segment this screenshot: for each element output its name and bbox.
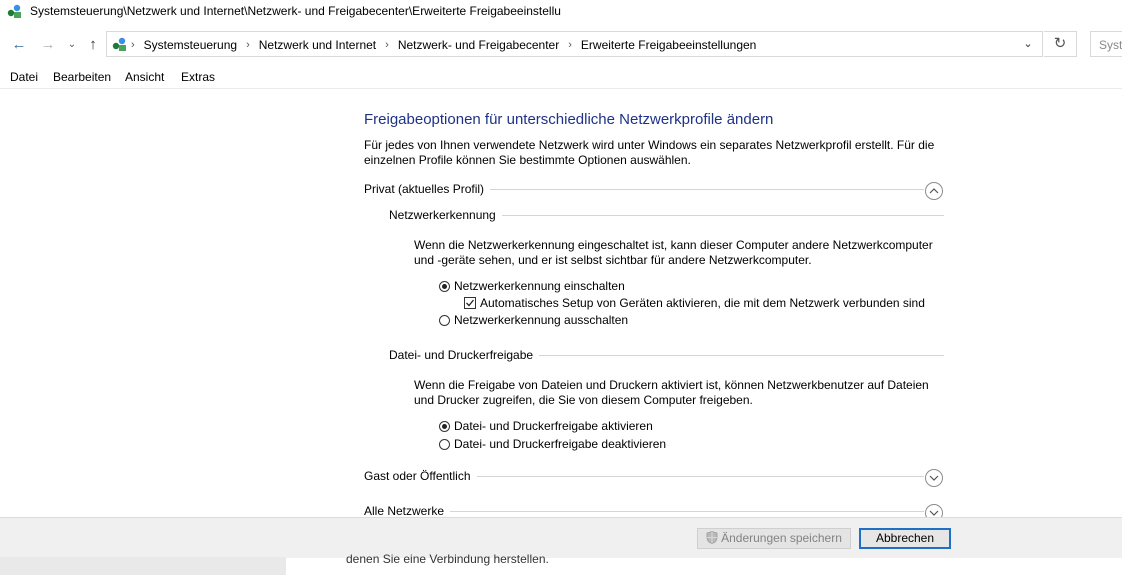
sharing-off-label[interactable]: Datei- und Druckerfreigabe deaktivieren <box>454 437 666 451</box>
network-discovery-description: Wenn die Netzwerkerkennung eingeschaltet… <box>414 238 933 268</box>
menu-edit[interactable]: Bearbeiten <box>53 70 111 84</box>
chevron-down-icon: ⌄ <box>67 39 77 50</box>
discovery-on-radio[interactable]: Netzwerkerkennung einschalten <box>439 279 625 293</box>
description-line: Wenn die Netzwerkerkennung eingeschaltet… <box>414 238 933 252</box>
button-bar: Änderungen speichern Abbrechen <box>0 517 1122 558</box>
forward-arrow-icon: → <box>40 36 56 53</box>
file-sharing-title: Datei- und Druckerfreigabe <box>389 348 540 362</box>
sharing-off-radio[interactable]: Datei- und Druckerfreigabe deaktivieren <box>439 437 666 451</box>
collapse-private-button[interactable] <box>925 182 943 200</box>
address-dropdown-button[interactable]: ⌄ <box>1020 36 1036 52</box>
menu-extras[interactable]: Extras <box>181 70 215 84</box>
background-panel <box>0 557 286 575</box>
menu-view[interactable]: Ansicht <box>125 70 164 84</box>
description-line: und -geräte sehen, und er ist selbst sic… <box>414 253 812 267</box>
radio-button[interactable] <box>439 438 450 450</box>
discovery-on-label[interactable]: Netzwerkerkennung einschalten <box>454 279 625 293</box>
up-arrow-icon: ↑ <box>89 36 97 53</box>
save-changes-label: Änderungen speichern <box>721 531 842 545</box>
auto-setup-label[interactable]: Automatisches Setup von Geräten aktivier… <box>480 296 925 310</box>
recent-locations-button[interactable]: ⌄ <box>63 36 81 54</box>
search-input[interactable]: Syste <box>1090 31 1122 57</box>
breadcrumb-erweiterte-freigabe[interactable]: Erweiterte Freigabeeinstellungen <box>581 38 756 52</box>
private-profile-label: Privat (aktuelles Profil) <box>364 182 491 196</box>
intro-line: Für jedes von Ihnen verwendete Netzwerk … <box>364 138 935 152</box>
up-button[interactable]: ↑ <box>84 36 102 54</box>
chevron-down-icon <box>929 510 939 516</box>
address-bar[interactable]: › Systemsteuerung › Netzwerk und Interne… <box>106 31 1043 57</box>
breadcrumb-freigabecenter[interactable]: Netzwerk- und Freigabecenter <box>398 38 559 52</box>
breadcrumb-netzwerk-internet[interactable]: Netzwerk und Internet <box>259 38 376 52</box>
breadcrumb-chevron-icon: › <box>131 39 135 51</box>
checkbox-checked[interactable] <box>464 297 476 309</box>
refresh-icon: ↻ <box>1053 35 1067 52</box>
intro-text: Für jedes von Ihnen verwendete Netzwerk … <box>364 138 934 168</box>
refresh-button[interactable]: ↻ <box>1044 31 1077 57</box>
breadcrumb-systemsteuerung[interactable]: Systemsteuerung <box>144 38 237 52</box>
forward-button[interactable]: → <box>39 36 57 54</box>
breadcrumb-chevron-icon[interactable]: › <box>246 39 250 51</box>
description-line: Wenn die Freigabe von Dateien und Drucke… <box>414 378 929 392</box>
title-bar: Systemsteuerung\Netzwerk und Internet\Ne… <box>0 0 1122 24</box>
breadcrumb-chevron-icon[interactable]: › <box>568 39 572 51</box>
breadcrumb: › Systemsteuerung › Netzwerk und Interne… <box>131 38 756 52</box>
breadcrumb-chevron-icon[interactable]: › <box>385 39 389 51</box>
page-title: Freigabeoptionen für unterschiedliche Ne… <box>364 111 774 128</box>
uac-shield-icon <box>706 531 718 544</box>
chevron-up-icon <box>929 188 939 194</box>
all-networks-label: Alle Netzwerke <box>364 504 451 518</box>
sharing-on-radio[interactable]: Datei- und Druckerfreigabe aktivieren <box>439 419 653 433</box>
guest-profile-label: Gast oder Öffentlich <box>364 469 477 483</box>
radio-button[interactable] <box>439 314 450 326</box>
chevron-down-icon: ⌄ <box>1023 38 1033 50</box>
expand-guest-button[interactable] <box>925 469 943 487</box>
discovery-off-radio[interactable]: Netzwerkerkennung ausschalten <box>439 313 628 327</box>
file-sharing-description: Wenn die Freigabe von Dateien und Drucke… <box>414 378 929 408</box>
private-profile-header[interactable]: Privat (aktuelles Profil) <box>364 182 944 202</box>
checkmark-icon <box>466 299 475 307</box>
network-discovery-title: Netzwerkerkennung <box>389 208 502 222</box>
auto-setup-checkbox[interactable]: Automatisches Setup von Geräten aktivier… <box>464 296 925 310</box>
sharing-on-label[interactable]: Datei- und Druckerfreigabe aktivieren <box>454 419 653 433</box>
control-panel-icon <box>7 4 21 18</box>
guest-profile-header[interactable]: Gast oder Öffentlich <box>364 469 944 489</box>
discovery-off-label[interactable]: Netzwerkerkennung ausschalten <box>454 313 628 327</box>
back-arrow-icon: ← <box>11 36 27 53</box>
menu-bar: Datei Bearbeiten Ansicht Extras <box>0 66 1122 89</box>
control-panel-icon <box>112 37 126 51</box>
description-line: und Drucker zugreifen, die Sie von diese… <box>414 393 753 407</box>
radio-button-checked[interactable] <box>439 420 450 432</box>
radio-button-checked[interactable] <box>439 280 450 292</box>
back-button[interactable]: ← <box>10 36 28 54</box>
search-placeholder: Syste <box>1099 38 1122 52</box>
cancel-label: Abbrechen <box>875 531 935 545</box>
save-changes-button[interactable]: Änderungen speichern <box>697 528 851 549</box>
file-sharing-header: Datei- und Druckerfreigabe <box>389 348 944 368</box>
chevron-down-icon <box>929 475 939 481</box>
cancel-button[interactable]: Abbrechen <box>859 528 951 549</box>
network-discovery-header: Netzwerkerkennung <box>389 208 944 228</box>
background-window-text: denen Sie eine Verbindung herstellen. <box>346 552 549 566</box>
intro-line: einzelnen Profile können Sie bestimmte O… <box>364 153 691 167</box>
window-title: Systemsteuerung\Netzwerk und Internet\Ne… <box>30 4 561 18</box>
menu-file[interactable]: Datei <box>10 70 38 84</box>
